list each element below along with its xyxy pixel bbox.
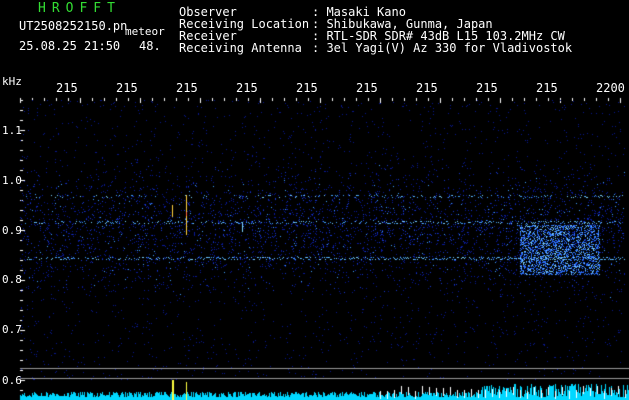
x-tick-label: 215 [356, 81, 378, 95]
info-value-antenna: : 3el Yagi(V) Az 330 for Vladivostok [312, 41, 573, 55]
app-title: HROFFT [38, 1, 121, 16]
x-tick-label: 215 [296, 81, 318, 95]
x-tick-label: 215 [176, 81, 198, 95]
x-tick-label: 215 [536, 81, 558, 95]
x-tick-label: 215 [476, 81, 498, 95]
x-tick-label: 215 [416, 81, 438, 95]
count-readout: 48. [139, 39, 161, 53]
y-tick-label: 0.8 [2, 273, 22, 286]
x-tick-label: 215 [56, 81, 78, 95]
y-tick-label: 1.0 [2, 174, 22, 187]
y-axis-unit: kHz [2, 75, 22, 88]
x-tick-label: 215 [116, 81, 138, 95]
spectrogram-canvas [0, 0, 629, 400]
y-tick-label: 0.9 [2, 224, 22, 237]
y-tick-label: 0.7 [2, 323, 22, 336]
x-tick-label: 215 [236, 81, 258, 95]
y-tick-label: 0.6 [2, 374, 22, 387]
info-label-antenna: Receiving Antenna [179, 41, 302, 55]
file-name: UT2508252150.pn [19, 19, 128, 33]
file-suffix: meteor [125, 25, 165, 38]
y-tick-label: 1.1 [2, 124, 22, 137]
x-tick-label: 2200 [596, 81, 625, 95]
timestamp: 25.08.25 21:50 [19, 39, 121, 53]
